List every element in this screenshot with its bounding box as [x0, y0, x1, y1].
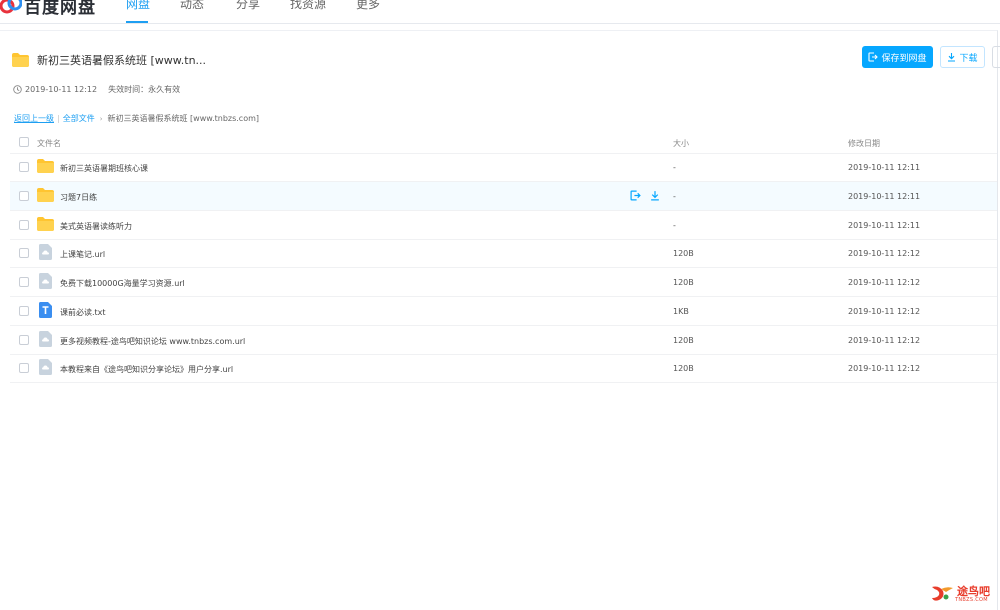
file-row[interactable]: 上课笔记.url 120B 2019-10-11 12:12 [10, 239, 997, 269]
folder-icon [37, 159, 54, 173]
link-file-icon [39, 273, 52, 289]
clock-icon [13, 85, 22, 94]
row-checkbox[interactable] [19, 162, 29, 172]
breadcrumb-current: 新初三英语暑假系统班 [www.tnbzs.com] [107, 114, 260, 123]
file-modified-date: 2019-10-11 12:12 [848, 335, 921, 345]
save-to-netdisk-button[interactable]: 保存到网盘 [862, 46, 933, 68]
file-row[interactable]: 课前必读.txt 1KB 2019-10-11 12:12 [10, 297, 997, 326]
breadcrumb-separator-icon: › [99, 114, 103, 123]
file-size: 120B [673, 278, 694, 287]
created-time: 2019-10-11 12:12 [25, 85, 98, 94]
file-size: 120B [673, 249, 694, 259]
nav-tab-share[interactable]: 分享 [236, 0, 260, 11]
row-checkbox[interactable] [19, 305, 29, 316]
logo-text: 百度网盘 [24, 0, 96, 18]
file-name[interactable]: 免费下载10000G海量学习资源.url [60, 278, 185, 289]
file-name[interactable]: 上课笔记.url [60, 249, 105, 260]
row-checkbox[interactable] [19, 363, 29, 374]
file-name[interactable]: 更多视频教程-途鸟吧知识论坛 www.tnbzs.com.url [60, 336, 245, 347]
file-size: 120B [673, 364, 694, 374]
file-size: 1KB [673, 306, 689, 316]
row-checkbox[interactable] [19, 277, 29, 287]
breadcrumb: 返回上一级 | 全部文件 › 新初三英语暑假系统班 [www.tnbzs.com… [14, 113, 260, 124]
back-link[interactable]: 返回上一级 [14, 113, 54, 124]
link-file-icon [39, 244, 52, 261]
active-tab-indicator [126, 21, 148, 23]
share-meta: 2019-10-11 12:12 失效时间： 永久有效 [13, 84, 180, 95]
text-file-icon [39, 301, 52, 320]
share-title: 新初三英语暑假系统班 [www.tn... [37, 54, 207, 67]
app-logo[interactable]: 百度网盘 [0, 0, 96, 18]
row-checkbox[interactable] [19, 248, 29, 259]
link-file-icon [39, 330, 52, 347]
file-row[interactable]: 本教程来自《途鸟吧知识分享论坛》用户分享.url 120B 2019-10-11 1… [10, 354, 997, 384]
save-button-label: 保存到网盘 [881, 53, 927, 64]
folder-icon [37, 187, 54, 204]
all-files-link[interactable]: 全部文件 [63, 113, 95, 124]
nav-tab-find-resources[interactable]: 找资源 [290, 0, 326, 11]
watermark-text: 途鸟吧 [957, 584, 990, 598]
link-file-icon [39, 330, 52, 349]
nav-tab-netdisk[interactable]: 网盘 [126, 0, 150, 11]
link-file-icon [39, 244, 52, 262]
expiry-value: 永久有效 [148, 85, 181, 94]
file-name[interactable]: 习题7日练 [60, 192, 97, 203]
file-size: 120B [673, 335, 694, 345]
row-checkbox[interactable] [19, 334, 29, 345]
select-all-checkbox[interactable] [19, 137, 29, 147]
link-file-icon [39, 273, 52, 291]
download-icon [948, 53, 956, 62]
save-icon [868, 52, 879, 62]
file-row[interactable]: 免费下载10000G海量学习资源.url 120B 2019-10-11 12:12 [10, 268, 997, 297]
file-modified-date: 2019-10-11 12:12 [848, 306, 921, 316]
file-modified-date: 2019-10-11 12:11 [848, 191, 921, 201]
file-modified-date: 2019-10-11 12:12 [848, 249, 921, 259]
nav-tab-feed[interactable]: 动态 [180, 0, 204, 11]
file-name[interactable]: 新初三英语暑期班核心课 [60, 163, 148, 174]
file-modified-date: 2019-10-11 12:12 [848, 278, 921, 287]
file-modified-date: 2019-10-11 12:12 [848, 364, 921, 374]
folder-icon [37, 216, 54, 231]
row-checkbox[interactable] [19, 219, 29, 230]
link-file-icon [39, 359, 52, 376]
row-checkbox[interactable] [19, 190, 29, 201]
top-navigation: 百度网盘 网盘 动态 分享 找资源 更多 [0, 0, 1000, 24]
file-size: - [673, 163, 676, 172]
watermark-subtext: TNBZS.COM [955, 596, 988, 603]
row-download-icon[interactable] [650, 190, 660, 203]
baidu-netdisk-logo-icon [0, 0, 22, 14]
link-file-icon [39, 359, 52, 377]
folder-icon [37, 159, 54, 175]
file-size: - [673, 220, 676, 230]
more-actions-button[interactable] [992, 46, 1000, 68]
file-name[interactable]: 美式英语暑读练听力 [60, 221, 132, 232]
folder-icon [12, 53, 29, 67]
watermark: 途鸟吧 TNBZS.COM [929, 583, 990, 605]
file-size: - [673, 191, 676, 201]
folder-icon [37, 187, 54, 202]
file-modified-date: 2019-10-11 12:11 [848, 220, 921, 230]
file-name[interactable]: 本教程来自《途鸟吧知识分享论坛》用户分享.url [60, 364, 233, 375]
header-size[interactable]: 大小 [673, 138, 689, 149]
row-save-icon[interactable] [630, 190, 641, 203]
file-table-header: 文件名 大小 修改日期 [10, 131, 997, 154]
file-row[interactable]: 美式英语暑读练听力 - 2019-10-11 12:11 [10, 211, 997, 240]
nav-tab-more[interactable]: 更多 [356, 0, 380, 11]
file-row[interactable]: 更多视频教程-途鸟吧知识论坛 www.tnbzs.com.url 120B 2019… [10, 326, 997, 355]
file-row[interactable]: 习题7日练 - 2019-10-11 12:11 [10, 181, 997, 211]
download-button[interactable]: 下载 [940, 46, 985, 68]
file-name[interactable]: 课前必读.txt [60, 307, 106, 318]
file-modified-date: 2019-10-11 12:11 [848, 163, 921, 172]
header-date[interactable]: 修改日期 [848, 138, 880, 149]
bird-logo-icon [932, 586, 953, 601]
text-file-icon [39, 301, 52, 318]
folder-icon [37, 216, 54, 233]
file-row[interactable]: 新初三英语暑期班核心课 - 2019-10-11 12:11 [10, 153, 997, 182]
row-actions [630, 190, 660, 203]
header-filename[interactable]: 文件名 [37, 138, 61, 149]
expiry-label: 失效时间： [108, 85, 149, 94]
download-button-label: 下载 [959, 53, 978, 64]
share-title-row: 新初三英语暑假系统班 [www.tn... [12, 52, 206, 68]
